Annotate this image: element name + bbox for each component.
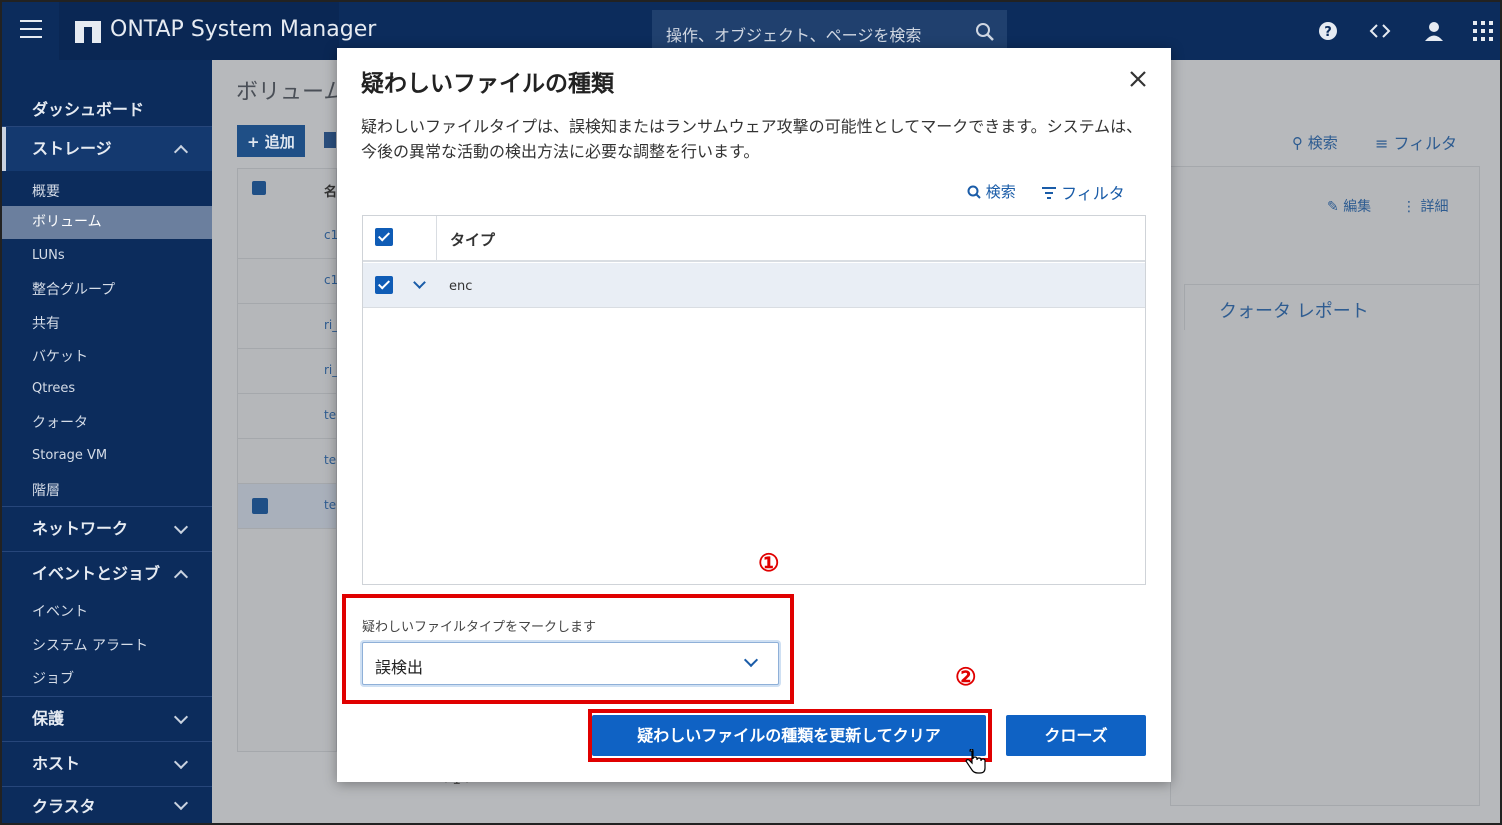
dialog-filter-link[interactable]: フィルタ bbox=[1042, 180, 1125, 204]
row-name[interactable]: te bbox=[324, 408, 336, 422]
table-row[interactable]: enc bbox=[363, 263, 1145, 308]
sidebar-item-dashboard[interactable]: ダッシュボード bbox=[2, 96, 212, 119]
search-icon[interactable] bbox=[975, 22, 995, 42]
table-row[interactable]: te bbox=[238, 394, 336, 439]
table-row[interactable]: c1 bbox=[238, 259, 338, 304]
user-icon[interactable] bbox=[1423, 20, 1445, 42]
sidebar-item-consistency-groups[interactable]: 整合グループ bbox=[2, 279, 212, 299]
row-name[interactable]: te bbox=[324, 498, 336, 512]
apps-grid-icon[interactable] bbox=[1472, 20, 1494, 42]
sidebar: ダッシュボード ストレージ 概要 ボリューム LUNs 整合グループ 共有 バケ… bbox=[2, 60, 212, 823]
sidebar-protection-label: 保護 bbox=[32, 709, 65, 728]
row-checkbox[interactable] bbox=[375, 276, 393, 294]
more-details-link[interactable]: ⋮ 詳細 bbox=[1402, 196, 1448, 216]
row-name[interactable]: te bbox=[324, 453, 336, 467]
column-header-type: タイプ bbox=[450, 231, 496, 249]
app-title: ONTAP System Manager bbox=[110, 17, 377, 42]
bg-search-link[interactable]: ⚲ 検索 bbox=[1292, 132, 1338, 153]
dialog-search-link[interactable]: 検索 bbox=[967, 181, 1016, 202]
annotation-box-select bbox=[342, 594, 794, 704]
dialog-title: 疑わしいファイルの種類 bbox=[361, 71, 614, 97]
sidebar-item-volumes[interactable]: ボリューム bbox=[2, 206, 212, 239]
help-icon[interactable]: ? bbox=[1317, 20, 1339, 42]
sidebar-item-overview[interactable]: 概要 bbox=[2, 181, 212, 201]
sidebar-hosts-label: ホスト bbox=[32, 754, 81, 773]
sidebar-item-system-alerts[interactable]: システム アラート bbox=[2, 635, 212, 655]
bg-search-label: 検索 bbox=[1307, 134, 1338, 152]
edit-link[interactable]: ✎ 編集 bbox=[1327, 196, 1371, 216]
sidebar-network-label: ネットワーク bbox=[32, 519, 129, 538]
menu-icon[interactable] bbox=[20, 20, 42, 40]
tab-quota-report[interactable]: クォータ レポート bbox=[1184, 284, 1480, 330]
sidebar-item-events[interactable]: イベント bbox=[2, 601, 212, 621]
table-row[interactable]: ri_ bbox=[238, 349, 338, 394]
chevron-down-icon bbox=[173, 519, 189, 535]
sidebar-item-luns[interactable]: LUNs bbox=[2, 248, 212, 263]
chevron-down-icon bbox=[173, 795, 189, 811]
hand-cursor-icon bbox=[965, 749, 986, 774]
chevron-down-icon bbox=[173, 709, 189, 725]
edit-label: 編集 bbox=[1343, 199, 1372, 215]
sidebar-item-buckets[interactable]: バケット bbox=[2, 346, 212, 366]
annotation-marker-2: ② bbox=[955, 662, 977, 691]
sidebar-storage-label: ストレージ bbox=[32, 139, 112, 158]
annotation-box-update bbox=[588, 709, 992, 762]
annotation-marker-1: ① bbox=[758, 548, 780, 577]
sidebar-item-tiers[interactable]: 階層 bbox=[2, 480, 212, 500]
row-checkbox[interactable] bbox=[252, 498, 268, 514]
search-icon bbox=[967, 185, 981, 199]
sidebar-item-network[interactable]: ネットワーク bbox=[2, 507, 212, 551]
chevron-up-icon bbox=[173, 569, 189, 585]
logo-icon bbox=[75, 21, 101, 43]
dialog-search-label: 検索 bbox=[985, 183, 1016, 201]
filter-icon bbox=[1042, 187, 1056, 199]
sidebar-item-storage[interactable]: ストレージ bbox=[2, 127, 212, 171]
select-all-checkbox[interactable] bbox=[375, 228, 393, 246]
detail-label: 詳細 bbox=[1420, 199, 1449, 215]
table-header-name: 名 bbox=[324, 185, 338, 200]
bg-filter-label: フィルタ bbox=[1393, 134, 1458, 153]
dialog-filter-label: フィルタ bbox=[1061, 184, 1125, 203]
table-row[interactable]: te bbox=[238, 484, 336, 529]
sidebar-events-label: イベントとジョブ bbox=[32, 564, 161, 583]
row-type-value: enc bbox=[449, 279, 473, 294]
table-row[interactable]: ri_ bbox=[238, 304, 338, 349]
table-header: タイプ bbox=[363, 216, 1145, 262]
sidebar-item-hosts[interactable]: ホスト bbox=[2, 742, 212, 786]
sidebar-item-jobs[interactable]: ジョブ bbox=[2, 668, 212, 688]
sidebar-item-storage-vm[interactable]: Storage VM bbox=[2, 448, 212, 463]
select-all-checkbox[interactable] bbox=[252, 181, 266, 195]
sidebar-item-events-jobs[interactable]: イベントとジョブ bbox=[2, 552, 212, 596]
table-row[interactable]: c1 bbox=[238, 214, 338, 259]
sidebar-cluster-label: クラスタ bbox=[32, 797, 96, 816]
sidebar-item-qtrees[interactable]: Qtrees bbox=[2, 381, 212, 396]
svg-text:?: ? bbox=[1324, 25, 1332, 40]
page-title: ボリューム bbox=[236, 80, 346, 105]
search-placeholder: 操作、オブジェクト、ページを検索 bbox=[666, 26, 922, 45]
add-button[interactable]: + 追加 bbox=[237, 125, 305, 157]
sidebar-item-protection[interactable]: 保護 bbox=[2, 697, 212, 741]
code-icon[interactable] bbox=[1369, 20, 1391, 42]
bg-filter-link[interactable]: ≡ フィルタ bbox=[1375, 130, 1457, 154]
file-type-table: タイプ enc bbox=[362, 215, 1146, 585]
close-button[interactable]: クローズ bbox=[1006, 715, 1146, 756]
sidebar-item-shares[interactable]: 共有 bbox=[2, 313, 212, 333]
chevron-down-icon bbox=[173, 754, 189, 770]
quota-tab-label: クォータ レポート bbox=[1219, 301, 1369, 322]
sidebar-item-cluster[interactable]: クラスタ bbox=[2, 787, 212, 823]
dialog-description: 疑わしいファイルタイプは、誤検知またはランサムウェア攻撃の可能性としてマークでき… bbox=[361, 117, 1143, 161]
close-icon[interactable] bbox=[1129, 70, 1147, 88]
chevron-up-icon bbox=[173, 144, 189, 160]
table-row[interactable]: te bbox=[238, 439, 336, 484]
delete-icon[interactable] bbox=[324, 132, 336, 148]
sidebar-item-quotas[interactable]: クォータ bbox=[2, 412, 212, 432]
detail-panel bbox=[1170, 166, 1480, 806]
chevron-down-icon[interactable] bbox=[413, 276, 426, 289]
